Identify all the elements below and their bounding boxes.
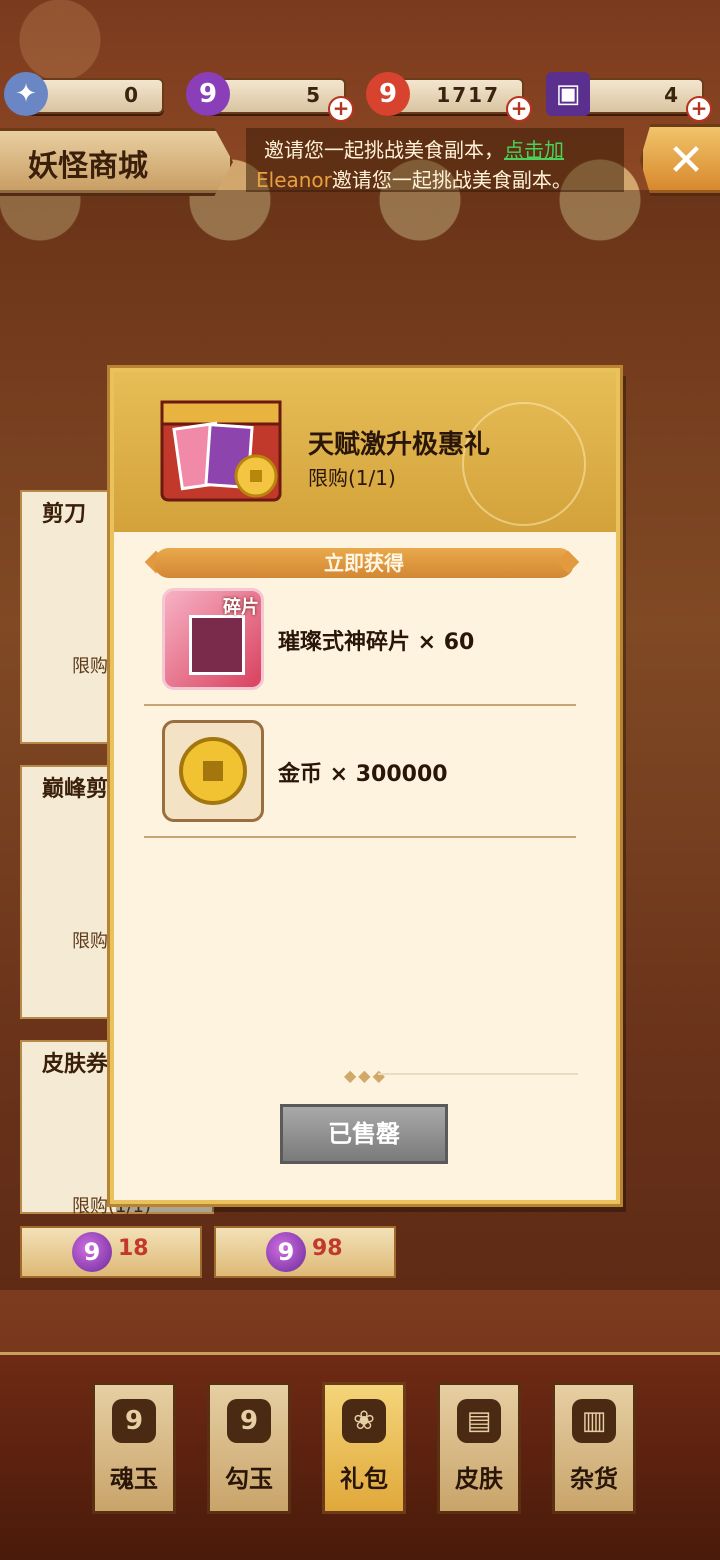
shop-card-limit: 限购(	[72, 656, 116, 677]
modal-header: 天赋激升极惠礼 限购(1/1)	[114, 372, 616, 532]
marquee-join-link[interactable]: 点击加	[504, 138, 564, 162]
ticket-card-icon: ▣	[546, 72, 590, 116]
tab-soul-jade[interactable]: 9 魂玉	[92, 1382, 176, 1514]
tab-label: 杂货	[570, 1465, 618, 1493]
magatama-icon: 9	[227, 1399, 271, 1443]
price-plate[interactable]: 9 18	[20, 1226, 202, 1278]
shard-badge: 碎片	[223, 597, 259, 618]
kimono-icon: ▤	[457, 1399, 501, 1443]
resource-red-value: 1717	[436, 83, 500, 107]
resource-ticket: ▣ 4 +	[546, 72, 712, 122]
price-value: 18	[118, 1236, 149, 1261]
shard-card-icon: 碎片	[162, 588, 264, 690]
flower-decoration	[462, 402, 586, 526]
marquee-text-1: 邀请您一起挑战美食副本，	[264, 138, 504, 162]
resource-soul: ✦ 0	[4, 72, 164, 116]
item-label: 金币 × 300000	[278, 762, 448, 787]
shard-portrait	[189, 615, 245, 675]
magatama-purple-icon: 9	[186, 72, 230, 116]
close-button[interactable]: ✕	[640, 124, 720, 196]
marquee-player-name: Eleanor	[256, 168, 332, 192]
gold-coin-frame	[162, 720, 264, 822]
resource-ticket-value: 4	[664, 83, 680, 107]
resource-purple-magatama: 9 5 +	[186, 72, 354, 122]
tab-label: 皮肤	[455, 1465, 503, 1493]
marquee-text-2: 邀请您一起挑战美食副本。	[331, 168, 572, 192]
soul-bird-icon: ✦	[4, 72, 48, 116]
goods-icon: ▥	[572, 1399, 616, 1443]
package-detail-modal: 天赋激升极惠礼 限购(1/1) 立即获得 碎片 璀璨式神碎片 × 60 金币 ×…	[110, 368, 620, 1204]
gold-coin-icon	[179, 737, 247, 805]
tab-label: 礼包	[340, 1465, 388, 1493]
tab-goods[interactable]: ▥ 杂货	[552, 1382, 636, 1514]
item-label: 璀璨式神碎片 × 60	[278, 630, 475, 655]
close-icon: ✕	[667, 134, 705, 186]
package-limit: 限购(1/1)	[308, 466, 396, 490]
resource-red-magatama: 9 1717 +	[366, 72, 532, 122]
tab-skin[interactable]: ▤ 皮肤	[437, 1382, 521, 1514]
magatama-red-icon: 9	[366, 72, 410, 116]
shop-card-name: 剪刀	[42, 502, 87, 527]
price-plate[interactable]: 9 98	[214, 1226, 396, 1278]
tab-label: 魂玉	[110, 1465, 158, 1493]
marquee-line-2: Eleanor邀请您一起挑战美食副本。	[256, 164, 572, 192]
resource-purple-value: 5	[306, 83, 322, 107]
tab-label: 勾玉	[225, 1465, 273, 1493]
sold-out-button[interactable]: 已售罄	[280, 1104, 448, 1164]
divider-line	[378, 1073, 578, 1075]
add-red-button[interactable]: +	[506, 96, 532, 122]
divider-dots: ◆◆◆	[344, 1066, 387, 1085]
add-ticket-button[interactable]: +	[686, 96, 712, 122]
add-purple-button[interactable]: +	[328, 96, 354, 122]
magatama-purple-icon: 9	[266, 1232, 306, 1272]
resource-bar: ✦ 0 9 5 + 9 1717 + ▣ 4 +	[0, 70, 720, 122]
page-title: 妖怪商城	[28, 149, 148, 184]
magatama-purple-icon: 9	[72, 1232, 112, 1272]
price-value: 98	[312, 1236, 343, 1261]
shop-title-plate: 妖怪商城	[0, 128, 233, 196]
gift-bag-icon: ❀	[342, 1399, 386, 1443]
list-item: 碎片 璀璨式神碎片 × 60	[144, 574, 576, 706]
gift-chest-icon	[160, 400, 282, 502]
invite-marquee[interactable]: 邀请您一起挑战美食副本，点击加 Eleanor邀请您一起挑战美食副本。	[246, 128, 624, 192]
marquee-line-1: 邀请您一起挑战美食副本，点击加	[264, 134, 564, 163]
package-name: 天赋激升极惠礼	[308, 430, 491, 460]
soul-jade-icon: 9	[112, 1399, 156, 1443]
tab-gift-pack[interactable]: ❀ 礼包	[322, 1382, 406, 1514]
list-item: 金币 × 300000	[144, 706, 576, 838]
tab-magatama[interactable]: 9 勾玉	[207, 1382, 291, 1514]
shop-card-name: 皮肤券	[42, 1052, 109, 1077]
resource-soul-value: 0	[124, 83, 140, 107]
shop-card-limit: 限购(	[72, 931, 116, 952]
shop-card-name: 巅峰剪	[42, 777, 109, 802]
